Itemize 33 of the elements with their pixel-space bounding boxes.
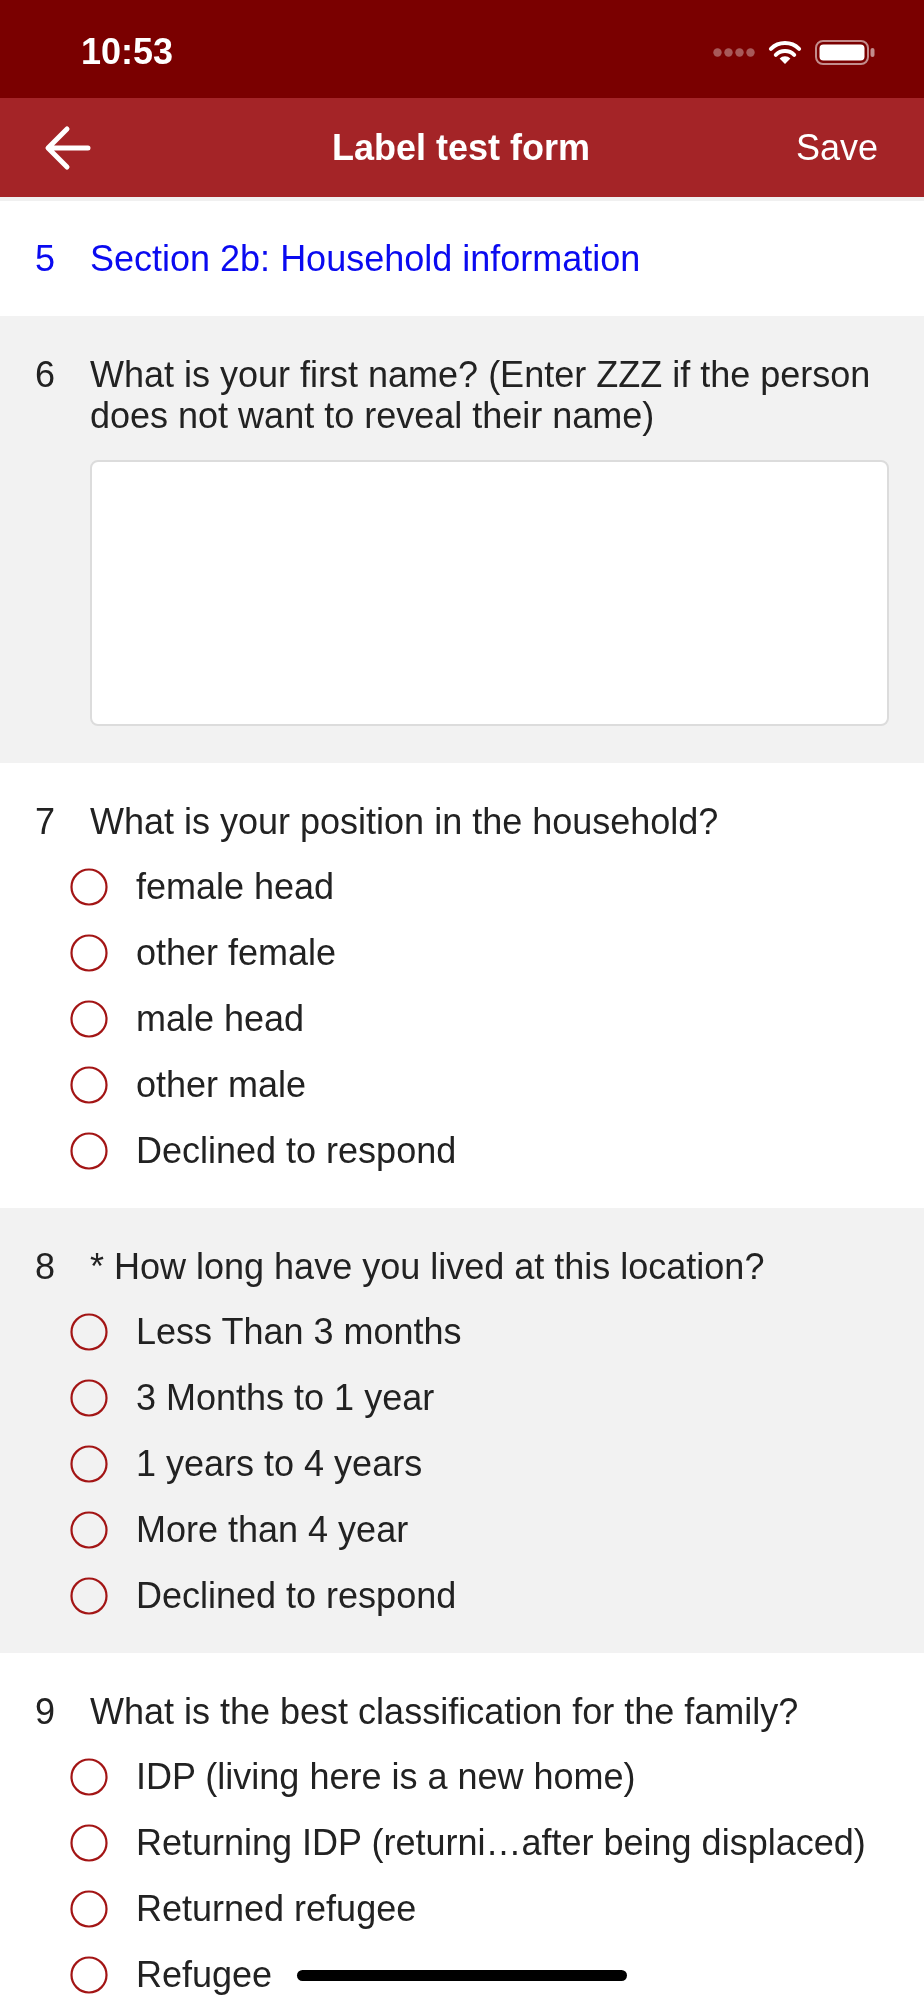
status-time: 10:53	[81, 32, 174, 72]
question-text: What is your position in the household?	[90, 801, 720, 842]
radio-option[interactable]: other male	[70, 1052, 307, 1118]
radio-option[interactable]: male head	[70, 986, 305, 1052]
radio-option[interactable]: 3 Months to 1 year	[70, 1365, 435, 1431]
radio-option[interactable]: Less Than 3 months	[70, 1299, 462, 1365]
question-number: 8	[35, 1246, 56, 1287]
radio-option[interactable]: female head	[70, 854, 335, 920]
radio-option[interactable]: Declined to respond	[70, 1118, 457, 1184]
radio-option[interactable]: 1 years to 4 years	[70, 1431, 423, 1497]
question-number: 9	[35, 1691, 56, 1732]
radio-option[interactable]: Returning IDP (returni…after being displaced)	[70, 1810, 866, 1876]
section-number: 5	[35, 238, 57, 279]
radio-option[interactable]: Returned refugee	[70, 1876, 417, 1942]
radio-option[interactable]: IDP (living here is a new home)	[70, 1744, 636, 1810]
wifi-icon	[768, 39, 802, 65]
radio-option[interactable]: Declined to respond	[70, 1563, 457, 1629]
section-title: Section 2b: Household information	[90, 238, 641, 279]
back-arrow-icon	[44, 124, 91, 171]
text-answer-field[interactable]	[90, 460, 889, 726]
signal-dots-icon	[713, 47, 755, 57]
question-number: 7	[35, 801, 56, 842]
nav-title: Label test form	[331, 126, 590, 169]
question-number: 6	[35, 354, 56, 395]
radio-option[interactable]: Refugee	[70, 1942, 273, 2000]
back-button[interactable]	[44, 124, 91, 171]
question-text: * How long have you lived at this location?	[90, 1246, 766, 1287]
radio-option[interactable]: More than 4 year	[70, 1497, 409, 1563]
radio-option[interactable]: other female	[70, 920, 337, 986]
question-text: What is your first name? (Enter ZZZ if the person does not want to reveal their name)	[90, 354, 872, 436]
save-button[interactable]: Save	[795, 126, 878, 169]
question-text: What is the best classification for the family?	[90, 1691, 800, 1732]
battery-icon	[815, 39, 875, 65]
